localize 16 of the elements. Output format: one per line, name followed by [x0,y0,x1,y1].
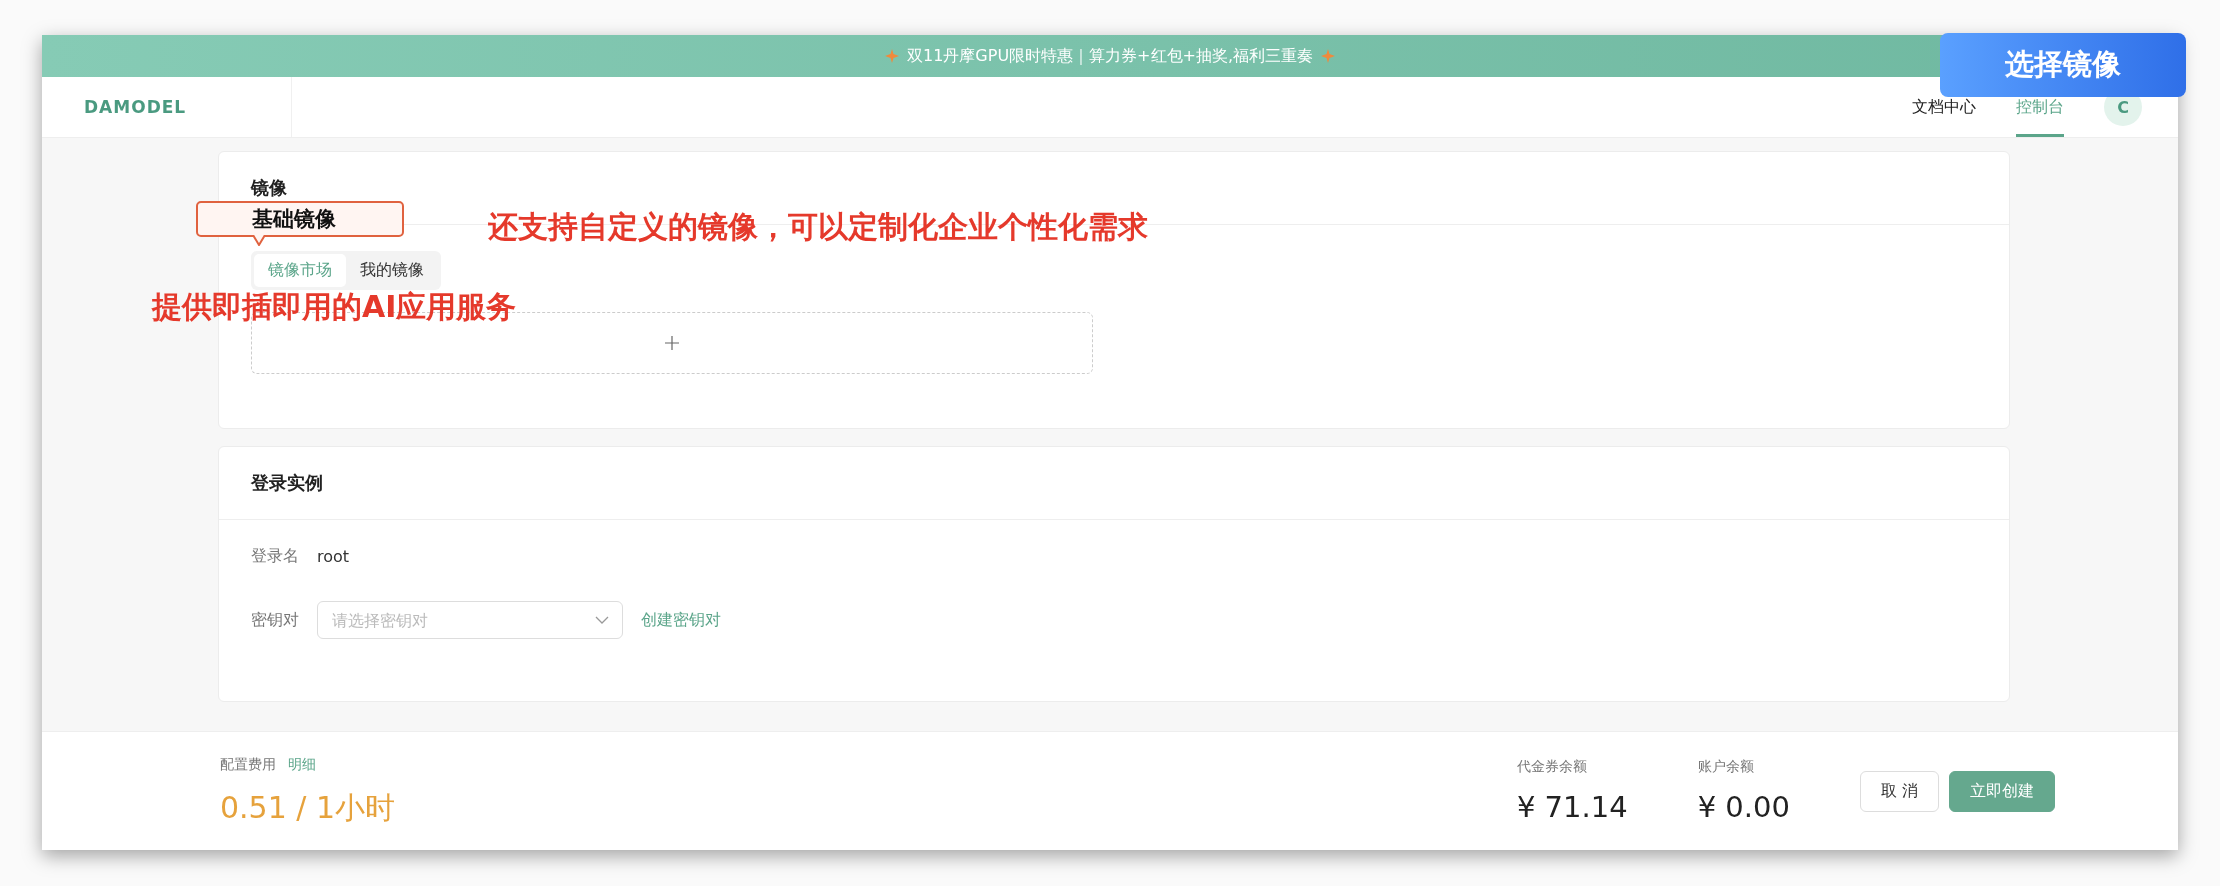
cost-label: 配置费用 [220,755,276,772]
field-label: 密钥对 [251,609,299,631]
balance-label: 代金券余额 [1516,758,1588,776]
field-label: 登录名 [251,546,299,567]
banner-text: 双11丹摩GPU限时特惠｜算力券+红包+抽奖,福利三重奏 [907,45,1313,67]
price-text: 0.51 / 1小时 [220,788,396,827]
login-name-value: root [317,547,350,566]
balance-label: 账户余额 [1697,758,1755,776]
balance-value: ¥ 71.14 [1516,790,1628,824]
card-title: 登录实例 [251,471,323,495]
annotation-text: 还支持自定义的镜像，可以定制化企业个性化需求 [488,208,1148,246]
balance-value: ¥ 0.00 [1697,790,1790,824]
annotation-text: 提供即插即用的AI应用服务 [152,288,517,326]
select-image-tooltip: 选择镜像 [1940,33,2186,97]
callout-label: 基础镜像 [196,201,404,237]
card-title: 镜像 [251,176,287,200]
